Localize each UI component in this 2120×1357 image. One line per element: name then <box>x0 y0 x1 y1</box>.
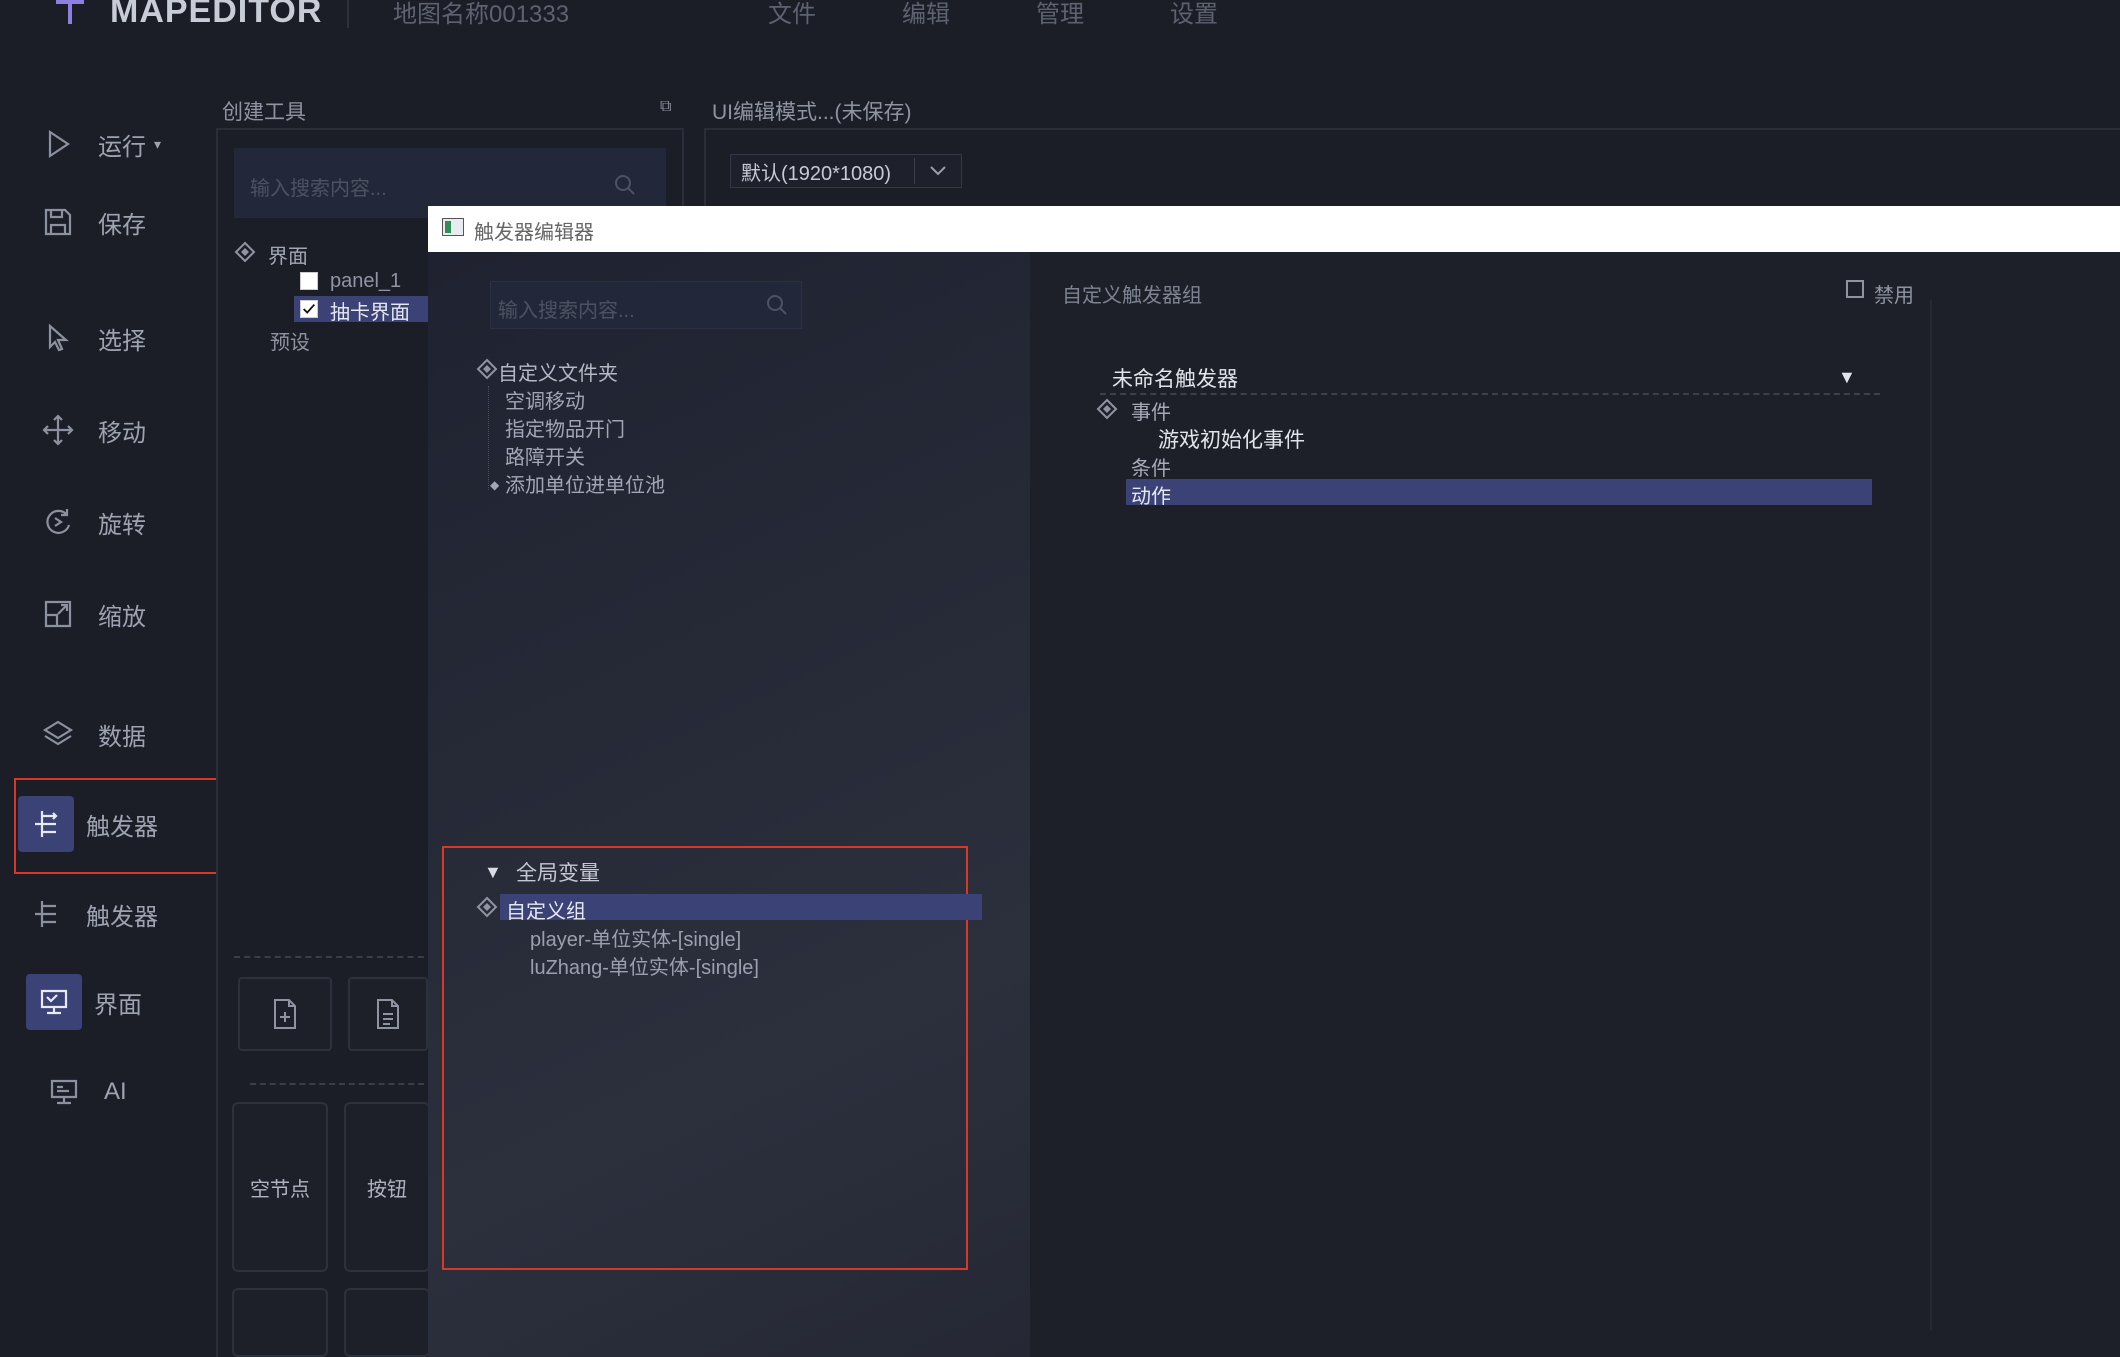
global-vars-title[interactable]: 全局变量 <box>516 857 600 887</box>
action-section-label[interactable]: 动作 <box>1131 480 1171 509</box>
tree-node-preset[interactable]: 预设 <box>270 326 310 355</box>
caret-down-icon[interactable]: ▼ <box>1838 367 1856 388</box>
sidebar-item-label: 数据 <box>98 723 146 751</box>
sidebar-item-select[interactable]: 选择 <box>30 310 146 366</box>
new-file-icon <box>274 999 296 1029</box>
logo-icon <box>56 0 84 24</box>
sidebar-item-data[interactable]: 数据 <box>30 706 146 762</box>
search-icon[interactable] <box>612 172 638 198</box>
disable-checkbox[interactable] <box>1846 280 1864 298</box>
sidebar: 运行 ▾ 保存 选择 移动 旋转 缩放 数据 触发器 触发器 界面 AI <box>0 36 214 1357</box>
save-icon <box>30 194 86 250</box>
trigger-editor-right-pane <box>1030 252 2120 1357</box>
trigger-item[interactable]: 指定物品开门 <box>505 413 625 442</box>
trigger-editor-titlebar[interactable] <box>428 206 2120 252</box>
folder-node-custom[interactable]: 自定义文件夹 <box>498 357 618 386</box>
search-icon[interactable] <box>764 292 790 318</box>
sidebar-item-scale[interactable]: 缩放 <box>30 586 146 642</box>
highlight-box-trigger <box>14 778 230 874</box>
pin-icon[interactable]: ⧉ <box>660 98 671 116</box>
app-title: MAPEDITOR <box>110 0 323 30</box>
expand-diamond-icon[interactable] <box>234 241 256 263</box>
event-item[interactable]: 游戏初始化事件 <box>1158 424 1305 454</box>
tree-guide-line <box>488 386 489 490</box>
tile-more[interactable] <box>232 1288 328 1357</box>
sidebar-item-move[interactable]: 移动 <box>30 402 146 458</box>
sidebar-item-run[interactable]: 运行 ▾ <box>30 116 161 172</box>
event-section-label[interactable]: 事件 <box>1131 396 1171 425</box>
global-vars-group[interactable]: 自定义组 <box>506 895 586 924</box>
sidebar-item-save[interactable]: 保存 <box>30 194 146 250</box>
search-placeholder: 输入搜索内容... <box>250 178 387 200</box>
ui-icon <box>26 974 82 1030</box>
resolution-select[interactable]: 默认(1920*1080) <box>730 154 962 188</box>
divider <box>234 956 434 958</box>
divider <box>250 1083 434 1085</box>
disable-label: 禁用 <box>1874 285 1914 307</box>
trigger-item[interactable]: 路障开关 <box>505 441 585 470</box>
tree-node-panel-1[interactable]: panel_1 <box>330 270 401 293</box>
trigger-item[interactable]: 空调移动 <box>505 385 585 414</box>
sidebar-item-label: 选择 <box>98 327 146 355</box>
sidebar-item-label: 运行 <box>98 133 146 161</box>
condition-section-label[interactable]: 条件 <box>1131 452 1171 481</box>
resolution-value: 默认(1920*1080) <box>741 162 892 185</box>
rotate-icon <box>30 494 86 550</box>
sidebar-item-label: 触发器 <box>86 903 158 931</box>
divider <box>1100 393 1880 395</box>
trigger-icon <box>18 886 74 942</box>
title-divider <box>347 0 349 28</box>
sidebar-item-label: 旋转 <box>98 511 146 539</box>
new-file-button[interactable] <box>238 977 332 1051</box>
move-icon <box>30 402 86 458</box>
map-name: 地图名称001333 <box>393 1 570 28</box>
caret-down-icon[interactable]: ▼ <box>484 862 502 883</box>
ui-edit-mode-title: UI编辑模式...(未保存) <box>712 101 912 124</box>
trigger-name[interactable]: 未命名触发器 <box>1112 363 1238 393</box>
sidebar-item-rotate[interactable]: 旋转 <box>30 494 146 550</box>
global-var-item[interactable]: luZhang-单位实体-[single] <box>530 951 759 980</box>
sidebar-item-trigger[interactable]: 触发器 <box>18 886 158 942</box>
sidebar-item-label: 界面 <box>94 991 142 1019</box>
layers-icon <box>30 706 86 762</box>
menu-edit[interactable]: 编辑 <box>902 0 950 29</box>
search-placeholder: 输入搜索内容... <box>498 300 635 322</box>
tree-node-root[interactable]: 界面 <box>268 240 308 269</box>
sidebar-item-ui[interactable]: 界面 <box>26 974 142 1030</box>
cursor-icon <box>30 310 86 366</box>
sidebar-item-label: 保存 <box>98 211 146 239</box>
window-icon <box>442 218 464 236</box>
scale-icon <box>30 586 86 642</box>
global-var-item[interactable]: player-单位实体-[single] <box>530 923 741 952</box>
file-list-icon <box>377 999 399 1029</box>
sidebar-item-label: 移动 <box>98 419 146 447</box>
expand-diamond-icon[interactable] <box>476 896 498 918</box>
tile-button[interactable]: 按钮 <box>344 1102 430 1272</box>
caret-down-icon[interactable]: ▾ <box>154 136 161 153</box>
menu-manage[interactable]: 管理 <box>1036 0 1084 29</box>
pane-divider <box>1930 300 1932 1330</box>
menu-settings[interactable]: 设置 <box>1170 0 1218 29</box>
action-selected-bg <box>1126 479 1872 505</box>
sidebar-item-label: AI <box>104 1078 127 1105</box>
trigger-editor-title: 触发器编辑器 <box>474 222 594 244</box>
ai-icon <box>36 1064 92 1120</box>
chevron-down-icon <box>915 165 961 177</box>
expand-diamond-icon[interactable] <box>476 358 498 380</box>
checkbox-card-ui-checked[interactable] <box>300 300 318 318</box>
tree-node-card-ui[interactable]: 抽卡界面 <box>330 296 410 325</box>
play-icon <box>30 116 86 172</box>
trigger-group-title: 自定义触发器组 <box>1062 285 1202 307</box>
trigger-item[interactable]: 添加单位进单位池 <box>505 469 665 498</box>
sidebar-item-label: 缩放 <box>98 603 146 631</box>
sidebar-item-ai[interactable]: AI <box>36 1064 127 1120</box>
tile-more[interactable] <box>344 1288 430 1357</box>
bullet-icon: ◆ <box>490 478 500 492</box>
menu-file[interactable]: 文件 <box>768 0 816 29</box>
checkbox-panel-1[interactable] <box>300 272 318 290</box>
file-list-button[interactable] <box>348 977 428 1051</box>
create-tools-title: 创建工具 <box>222 101 306 124</box>
tile-empty-node[interactable]: 空节点 <box>232 1102 328 1272</box>
expand-diamond-icon[interactable] <box>1096 398 1118 420</box>
